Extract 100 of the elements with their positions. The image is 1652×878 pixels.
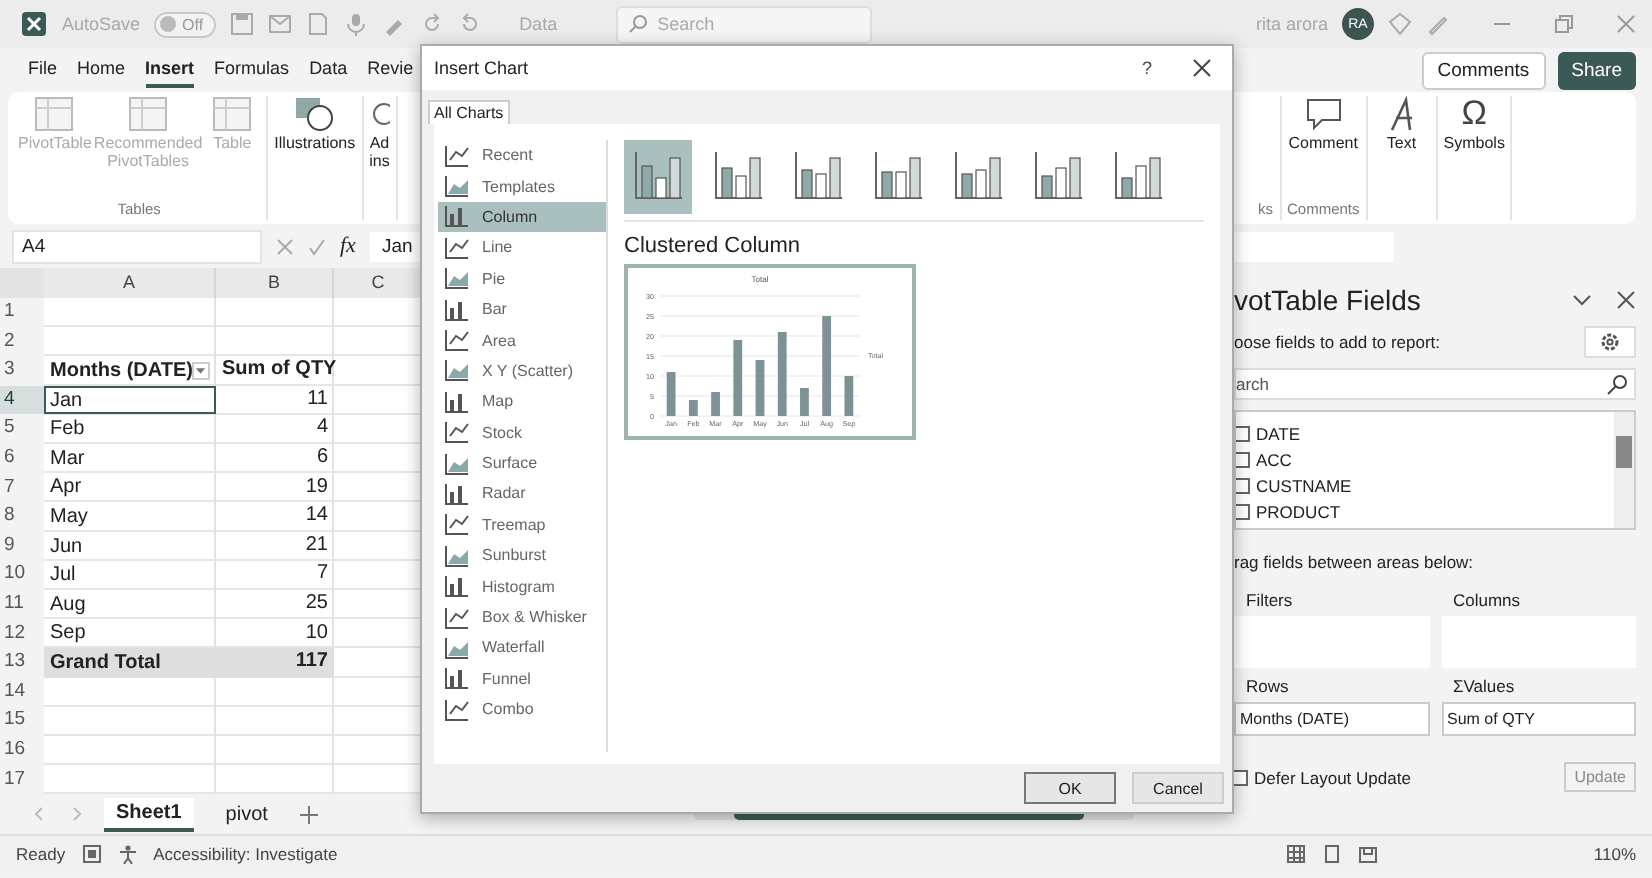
mail-icon[interactable] xyxy=(267,12,292,36)
chart-type-item[interactable]: X Y (Scatter) xyxy=(438,355,606,387)
row-header[interactable]: 11 xyxy=(0,589,44,620)
chart-type-item[interactable]: Bar xyxy=(438,293,606,325)
chart-type-item[interactable]: Waterfall xyxy=(438,632,606,664)
chart-type-item[interactable]: Pie xyxy=(438,263,606,294)
field-item[interactable]: PRODUCT xyxy=(1236,498,1614,524)
accessibility-icon[interactable] xyxy=(117,844,138,864)
next-sheet-icon[interactable] xyxy=(68,806,84,822)
ribbon-button[interactable]: Text xyxy=(1373,96,1430,220)
chart-type-item[interactable]: Map xyxy=(438,386,606,418)
chart-type-item[interactable]: Sunburst xyxy=(438,540,606,571)
sheet-letter-heading[interactable]: C xyxy=(334,268,424,298)
vertical-scrollbar[interactable] xyxy=(1614,412,1634,528)
chart-type-item[interactable]: Funnel xyxy=(438,663,606,695)
redo-icon[interactable] xyxy=(419,12,444,36)
row-header[interactable]: 13 xyxy=(0,648,44,678)
close-icon[interactable] xyxy=(1616,290,1636,310)
filter-icon[interactable] xyxy=(192,361,210,380)
dialog-button[interactable]: Cancel xyxy=(1132,772,1224,804)
ribbon-tab[interactable]: Data xyxy=(309,52,348,88)
row-header[interactable]: 6 xyxy=(0,443,44,474)
chart-type-item[interactable]: Histogram xyxy=(438,570,606,602)
search-field[interactable]: Search xyxy=(615,5,872,43)
chart-type-item[interactable]: Area xyxy=(438,324,606,356)
status-text[interactable]: Accessibility: Investigate xyxy=(153,844,338,864)
row-header[interactable]: 16 xyxy=(0,735,44,765)
cancel-icon[interactable] xyxy=(276,237,294,255)
check-icon[interactable] xyxy=(308,237,326,255)
row-header[interactable]: 17 xyxy=(0,765,44,794)
restore-icon[interactable] xyxy=(1554,14,1574,34)
ribbon-button[interactable]: Illustrations xyxy=(274,96,356,220)
macro-icon[interactable] xyxy=(81,844,102,864)
ribbon-tab[interactable]: Revie xyxy=(367,52,414,88)
share-button[interactable]: Share xyxy=(1557,51,1636,89)
page-break-icon[interactable] xyxy=(1357,844,1378,864)
row-header[interactable]: 5 xyxy=(0,414,44,444)
save-icon[interactable] xyxy=(229,12,254,36)
ribbon-button[interactable]: Ad ins xyxy=(369,96,390,220)
document-icon[interactable] xyxy=(305,12,330,36)
chart-type-item[interactable]: Recent xyxy=(438,140,606,171)
row-header[interactable]: 12 xyxy=(0,619,44,649)
ribbon-tab[interactable]: Insert xyxy=(145,52,195,88)
chart-type-item[interactable]: Column xyxy=(438,201,606,233)
name-box[interactable]: A4 xyxy=(12,229,262,263)
chart-type-item[interactable]: Box & Whisker xyxy=(438,601,606,633)
row-header[interactable]: 2 xyxy=(0,327,44,357)
sheet-letter-heading[interactable]: B xyxy=(216,268,334,298)
ribbon-tab[interactable]: Formulas xyxy=(214,52,290,88)
dialog-tab[interactable]: All Charts xyxy=(428,100,510,124)
table-cell-text: Mar xyxy=(48,445,87,474)
zoom-level[interactable]: 110% xyxy=(1593,844,1636,864)
chart-type-item[interactable]: Stock xyxy=(438,417,606,448)
sheet-letter-heading[interactable]: A xyxy=(44,268,216,298)
close-icon[interactable] xyxy=(1192,58,1212,78)
chart-bar xyxy=(733,340,743,416)
line-chart-icon xyxy=(444,143,470,168)
chart-subtype-option[interactable] xyxy=(624,140,692,214)
microphone-icon[interactable] xyxy=(343,12,368,36)
row-header[interactable]: 15 xyxy=(0,706,44,736)
field-search[interactable]: arch xyxy=(1234,368,1636,400)
help-button[interactable]: ? xyxy=(1141,58,1152,78)
chart-type-item[interactable]: Treemap xyxy=(438,509,606,541)
diamond-icon[interactable] xyxy=(1388,12,1412,36)
row-header[interactable]: 7 xyxy=(0,473,44,503)
ribbon-tab[interactable]: File xyxy=(28,52,58,88)
page-layout-icon[interactable] xyxy=(1321,844,1342,864)
row-header[interactable]: 4 xyxy=(0,385,44,415)
row-header[interactable]: 1 xyxy=(0,298,44,328)
chart-type-item[interactable]: Templates xyxy=(438,170,606,202)
chart-type-item[interactable]: Line xyxy=(438,232,606,264)
defer-checkbox[interactable]: Defer Layout Update xyxy=(1234,764,1411,790)
area-dropdown[interactable]: Sum of QTY xyxy=(1441,702,1636,736)
chart-type-item[interactable]: Surface xyxy=(438,447,606,479)
chart-type-item[interactable]: Radar xyxy=(438,478,606,510)
chevron-down-icon[interactable] xyxy=(1572,290,1592,310)
add-sheet-icon[interactable] xyxy=(299,805,318,823)
field-item[interactable]: CUSTNAME xyxy=(1236,472,1614,498)
comments-button[interactable]: Comments xyxy=(1421,51,1546,89)
function-button[interactable]: fx xyxy=(340,234,356,258)
field-item[interactable]: ACC xyxy=(1236,446,1614,472)
row-header[interactable]: 3 xyxy=(0,356,44,386)
dialog-button[interactable]: OK xyxy=(1024,772,1116,804)
normal-view-icon[interactable] xyxy=(1285,844,1306,864)
undo-icon[interactable] xyxy=(457,12,482,36)
area-dropdown[interactable]: Months (DATE) xyxy=(1234,702,1429,736)
sheet-tab[interactable]: Sheet1 xyxy=(104,797,194,831)
row-header[interactable]: 8 xyxy=(0,502,44,532)
sheet-tab[interactable]: pivot xyxy=(213,799,280,829)
table-cell-text: Sum of QTY xyxy=(220,356,334,385)
row-header[interactable]: 10 xyxy=(0,560,44,590)
ribbon-tab[interactable]: Home xyxy=(77,52,126,88)
row-header[interactable]: 14 xyxy=(0,677,44,707)
chart-type-item[interactable]: Combo xyxy=(438,694,606,725)
settings-button[interactable] xyxy=(1584,326,1636,358)
field-item[interactable]: DATE xyxy=(1236,420,1614,446)
previous-sheet-icon[interactable] xyxy=(32,806,48,822)
row-header[interactable]: 9 xyxy=(0,531,44,561)
ribbon-button[interactable]: Ω Symbols xyxy=(1443,96,1505,220)
ribbon-button[interactable]: Comment xyxy=(1288,96,1358,200)
